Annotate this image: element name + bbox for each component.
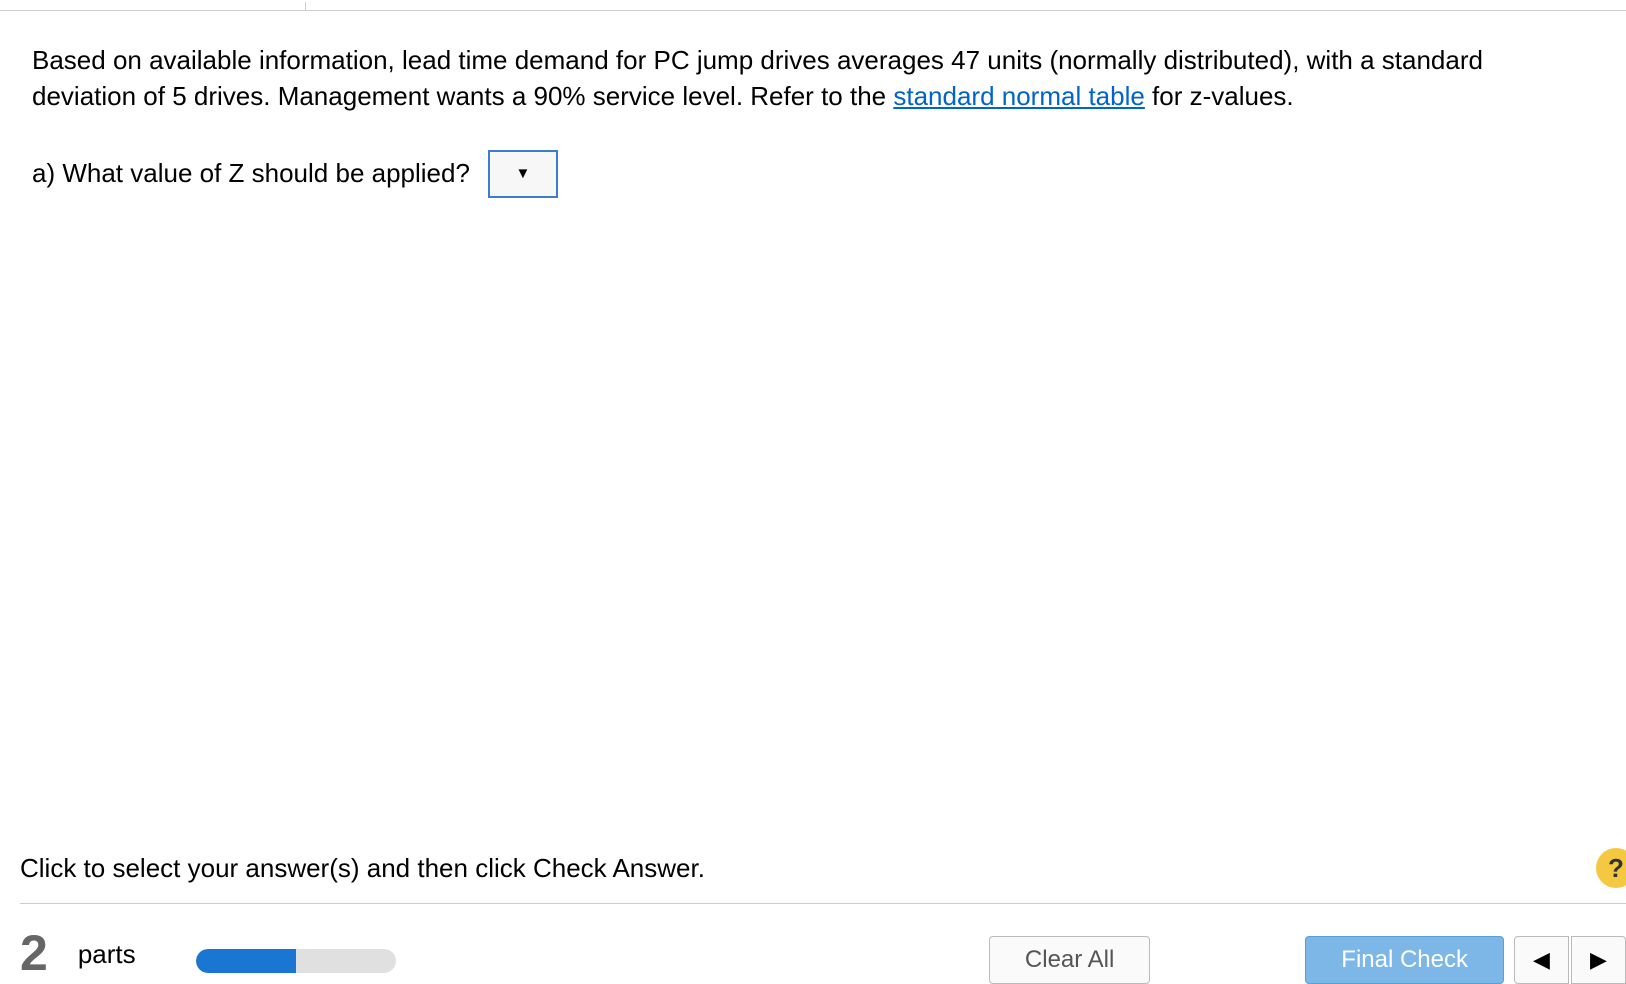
nav-group: ◀ ▶	[1514, 936, 1626, 984]
z-value-dropdown[interactable]: ▼	[488, 150, 558, 198]
part-a-label: a) What value of Z should be applied?	[32, 158, 470, 189]
final-check-button[interactable]: Final Check	[1305, 936, 1504, 984]
clear-all-button[interactable]: Clear All	[989, 936, 1150, 984]
top-divider	[0, 10, 1626, 11]
instruction-bar: Click to select your answer(s) and then …	[20, 848, 1626, 904]
clear-all-label: Clear All	[1025, 946, 1114, 974]
caret-left-icon: ◀	[1533, 947, 1550, 973]
part-a-row: a) What value of Z should be applied? ▼	[32, 150, 1594, 198]
standard-normal-table-link[interactable]: standard normal table	[893, 81, 1144, 111]
chevron-down-icon: ▼	[516, 165, 531, 182]
help-icon: ?	[1608, 853, 1624, 884]
instruction-text: Click to select your answer(s) and then …	[20, 853, 705, 884]
progress-fill	[196, 949, 296, 973]
question-area: Based on available information, lead tim…	[32, 42, 1594, 198]
caret-right-icon: ▶	[1590, 947, 1607, 973]
next-button[interactable]: ▶	[1571, 936, 1626, 984]
bottom-toolbar: 2 parts Clear All Final Check ◀ ▶	[20, 921, 1626, 976]
problem-text-after: for z-values.	[1145, 81, 1294, 111]
progress-bar	[196, 949, 396, 973]
final-check-label: Final Check	[1341, 946, 1468, 974]
problem-statement: Based on available information, lead tim…	[32, 42, 1594, 115]
help-button[interactable]: ?	[1596, 848, 1626, 888]
parts-label: parts	[78, 939, 136, 970]
prev-button[interactable]: ◀	[1514, 936, 1569, 984]
parts-count: 2	[20, 933, 48, 973]
parts-indicator: 2 parts	[20, 921, 396, 961]
